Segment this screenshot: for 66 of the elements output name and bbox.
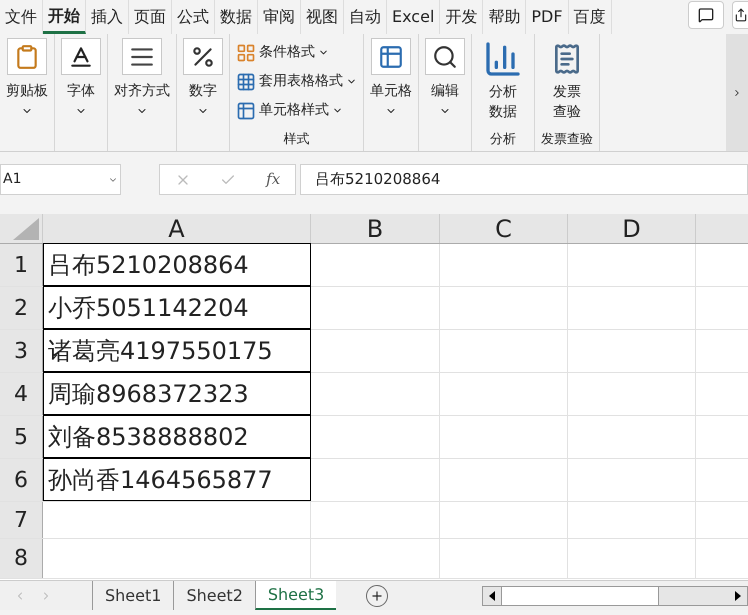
- comment-icon: [698, 7, 714, 23]
- ribbon-button[interactable]: 编辑: [425, 38, 465, 117]
- table-format-icon: [236, 72, 256, 92]
- scroll-right-icon[interactable]: [735, 590, 741, 600]
- column-header[interactable]: C: [440, 214, 568, 243]
- horizontal-scrollbar[interactable]: [482, 586, 748, 606]
- row-header[interactable]: 2: [0, 287, 43, 329]
- ribbon-button[interactable]: 数字: [183, 38, 223, 117]
- table-cell[interactable]: 小乔5051142204: [43, 286, 311, 329]
- group-label: 分析: [489, 130, 517, 148]
- formula-field[interactable]: 吕布5210208864: [300, 164, 748, 195]
- ribbon-button[interactable]: 单元格: [370, 38, 412, 117]
- table-icon: [378, 44, 404, 70]
- menu-tab[interactable]: 帮助: [483, 0, 526, 34]
- select-all-icon[interactable]: [11, 218, 39, 240]
- row-header[interactable]: 3: [0, 330, 43, 372]
- menu-tab[interactable]: 插入: [86, 0, 129, 34]
- ribbon-button[interactable]: 对齐方式: [114, 38, 170, 117]
- menu-tab[interactable]: 公式: [172, 0, 215, 34]
- sheet-tab[interactable]: Sheet3: [254, 581, 336, 610]
- plus-icon: [370, 588, 384, 602]
- table-cell[interactable]: 吕布5210208864: [43, 243, 311, 286]
- search-icon: [432, 44, 458, 70]
- ribbon-button[interactable]: 套用表格格式: [236, 67, 357, 96]
- share-icon: [734, 8, 748, 22]
- insert-function-button[interactable]: fx: [266, 168, 280, 191]
- grid-icon: [236, 42, 256, 62]
- table-cell[interactable]: 孙尚香1464565877: [43, 458, 311, 501]
- row-header[interactable]: 4: [0, 373, 43, 415]
- group-label: 发票查验: [541, 130, 593, 148]
- row-header[interactable]: 7: [0, 502, 43, 538]
- row-header[interactable]: 5: [0, 416, 43, 458]
- menu-tab[interactable]: 百度: [568, 0, 612, 34]
- column-header[interactable]: D: [568, 214, 696, 243]
- ribbon-button[interactable]: 分析 数据: [478, 38, 528, 122]
- ribbon-button[interactable]: 字体: [61, 38, 101, 117]
- table-cell[interactable]: 周瑜8968372323: [43, 372, 311, 415]
- scroll-left-icon[interactable]: [489, 590, 496, 600]
- ribbon-button[interactable]: 发票 查验: [542, 38, 592, 122]
- menu-tab[interactable]: PDF: [526, 0, 569, 34]
- menu-tab[interactable]: 数据: [215, 0, 258, 34]
- share-button[interactable]: [732, 1, 748, 29]
- row-header[interactable]: 8: [0, 539, 43, 578]
- group-label: 样式: [282, 130, 310, 148]
- cell-style-icon: [236, 100, 256, 120]
- table-cell[interactable]: 诸葛亮4197550175: [43, 329, 311, 372]
- ribbon-button[interactable]: 条件格式: [236, 38, 329, 67]
- menu-tab[interactable]: 开发: [440, 0, 484, 34]
- menu-tab[interactable]: 审阅: [258, 0, 301, 34]
- sheet-tab[interactable]: Sheet1: [92, 581, 174, 610]
- menu-tab[interactable]: Excel: [387, 0, 440, 34]
- menu-tab[interactable]: 视图: [301, 0, 344, 34]
- menu-tab[interactable]: 页面: [129, 0, 172, 34]
- row-header[interactable]: 6: [0, 459, 43, 501]
- menu-tab[interactable]: 文件: [0, 0, 43, 34]
- column-header[interactable]: A: [43, 214, 311, 243]
- column-header[interactable]: B: [311, 214, 440, 243]
- comments-button[interactable]: [688, 1, 724, 29]
- ribbon-button[interactable]: 单元格样式: [236, 96, 343, 125]
- menu-tab[interactable]: 开始: [43, 0, 86, 34]
- menu-tab[interactable]: 自动: [344, 0, 387, 34]
- table-cell[interactable]: 刘备8538888802: [43, 415, 311, 458]
- name-box[interactable]: A1: [0, 164, 121, 195]
- add-sheet-button[interactable]: [366, 584, 388, 606]
- row-header[interactable]: 1: [0, 244, 43, 286]
- ribbon-button[interactable]: 剪贴板: [6, 38, 48, 117]
